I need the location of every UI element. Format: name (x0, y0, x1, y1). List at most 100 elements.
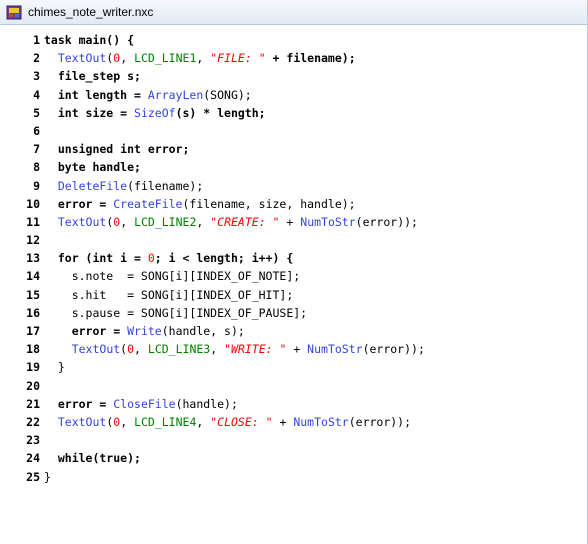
code-text: unsigned int error; (44, 140, 190, 158)
line-number: 15 (26, 287, 40, 302)
code-line[interactable]: 3 file_step s; (0, 67, 587, 85)
nxc-file-icon (6, 4, 22, 20)
code-token: ; i < length; i++) { (154, 251, 294, 266)
code-token: (filename); (127, 178, 204, 193)
code-token: (error)); (348, 414, 412, 429)
code-token: TextOut (57, 414, 107, 429)
code-token: TextOut (71, 342, 121, 357)
line-number: 25 (26, 469, 40, 484)
line-number: 1 (33, 33, 40, 47)
code-line[interactable]: 10 error = CreateFile(filename, size, ha… (0, 195, 587, 213)
code-token: s.note = SONG[i][INDEX_OF_NOTE]; (44, 269, 301, 284)
code-line[interactable]: 9 DeleteFile(filename); (0, 177, 587, 195)
code-token: LCD_LINE1 (134, 51, 197, 66)
code-text: } (44, 468, 51, 486)
code-line[interactable]: 12 (0, 231, 587, 249)
code-token: , (196, 51, 211, 66)
code-token: error = (44, 196, 114, 211)
code-editor[interactable]: 1 task main() { 2 TextOut(0, LCD_LINE1, "F… (0, 31, 587, 544)
code-token: (s) * length; (175, 105, 266, 120)
code-token: 0 (147, 251, 155, 266)
code-token: , (196, 214, 211, 229)
code-token: (filename, size, handle); (182, 196, 356, 211)
line-number: 12 (26, 233, 40, 248)
code-token: (error)); (355, 214, 418, 229)
line-number: 21 (26, 396, 40, 411)
code-token: DeleteFile (57, 178, 128, 193)
code-text: byte handle; (44, 158, 141, 176)
code-token: LCD_LINE4 (134, 414, 197, 429)
code-token: + (279, 214, 301, 229)
code-token: task main() { (44, 33, 135, 47)
code-line[interactable]: 23 (0, 431, 587, 449)
code-token: CloseFile (113, 396, 176, 411)
line-number: 22 (26, 414, 40, 429)
code-token: } (44, 360, 65, 375)
code-token: , (210, 342, 225, 357)
code-line[interactable]: 1 task main() { (0, 31, 587, 49)
code-line[interactable]: 13 for (int i = 0; i < length; i++) { (0, 249, 587, 267)
code-line[interactable]: 7 unsigned int error; (0, 140, 587, 158)
code-line[interactable]: 19 } (0, 358, 587, 376)
code-line[interactable]: 17 error = Write(handle, s); (0, 322, 587, 340)
code-token: file_step s; (44, 69, 141, 84)
code-line[interactable]: 8 byte handle; (0, 158, 587, 176)
code-token: , (120, 414, 135, 429)
code-token: + (272, 414, 294, 429)
code-line[interactable]: 24 while(true); (0, 449, 587, 467)
code-line[interactable]: 4 int length = ArrayLen(SONG); (0, 86, 587, 104)
code-line[interactable]: 18 TextOut(0, LCD_LINE3, "WRITE: " + Num… (0, 340, 587, 358)
code-line[interactable]: 11 TextOut(0, LCD_LINE2, "CREATE: " + Nu… (0, 213, 587, 231)
code-token: (handle, s); (161, 324, 245, 338)
code-token: "CREATE: " (210, 214, 280, 229)
line-number: 7 (33, 142, 40, 157)
code-token: (error)); (362, 342, 425, 357)
code-line[interactable]: 6 (0, 122, 587, 140)
code-token: } (44, 469, 51, 484)
code-token: LCD_LINE3 (147, 342, 211, 357)
code-token: + filename); (265, 51, 356, 66)
line-number: 6 (33, 123, 40, 138)
code-line[interactable]: 14 s.note = SONG[i][INDEX_OF_NOTE]; (0, 267, 587, 285)
line-number: 24 (26, 451, 40, 466)
code-line[interactable]: 22 TextOut(0, LCD_LINE4, "CLOSE: " + Num… (0, 413, 587, 431)
window-title: chimes_note_writer.nxc (28, 5, 154, 19)
code-text: DeleteFile(filename); (44, 177, 203, 195)
code-line[interactable]: 20 (0, 377, 587, 395)
code-text: s.hit = SONG[i][INDEX_OF_HIT]; (44, 286, 294, 304)
title-bar[interactable]: chimes_note_writer.nxc (0, 0, 587, 25)
code-text: s.note = SONG[i][INDEX_OF_NOTE]; (44, 267, 301, 285)
line-number: 18 (26, 342, 40, 357)
code-text: } (44, 358, 65, 376)
code-token: int size = (44, 105, 135, 120)
code-line[interactable]: 15 s.hit = SONG[i][INDEX_OF_HIT]; (0, 286, 587, 304)
code-text: while(true); (44, 449, 141, 467)
code-token: s.pause = SONG[i][INDEX_OF_PAUSE]; (44, 305, 308, 320)
line-number: 5 (33, 105, 40, 120)
code-token: "WRITE: " (224, 342, 287, 357)
code-token: byte handle; (44, 160, 141, 175)
code-token: int length = (44, 87, 148, 102)
code-line[interactable]: 2 TextOut(0, LCD_LINE1, "FILE: " + filen… (0, 49, 587, 67)
code-token: TextOut (57, 51, 107, 66)
code-token: SizeOf (134, 105, 176, 120)
code-line[interactable]: 25} (0, 468, 587, 486)
line-number: 2 (33, 51, 40, 66)
code-line[interactable]: 21 error = CloseFile(handle); (0, 395, 587, 413)
code-line[interactable]: 5 int size = SizeOf(s) * length; (0, 104, 587, 122)
code-token: for (int i = (44, 251, 148, 266)
code-text: TextOut(0, LCD_LINE2, "CREATE: " + NumTo… (44, 213, 418, 231)
code-token: CreateFile (113, 196, 183, 211)
code-token: ArrayLen (147, 87, 204, 102)
line-number: 10 (26, 196, 40, 211)
code-token: while(true); (44, 451, 141, 466)
code-token: , (120, 51, 135, 66)
code-token: (handle); (175, 396, 238, 411)
code-text: int length = ArrayLen(SONG); (44, 86, 252, 104)
code-text: int size = SizeOf(s) * length; (44, 104, 266, 122)
code-line[interactable]: 16 s.pause = SONG[i][INDEX_OF_PAUSE]; (0, 304, 587, 322)
code-token: (SONG); (203, 87, 252, 102)
